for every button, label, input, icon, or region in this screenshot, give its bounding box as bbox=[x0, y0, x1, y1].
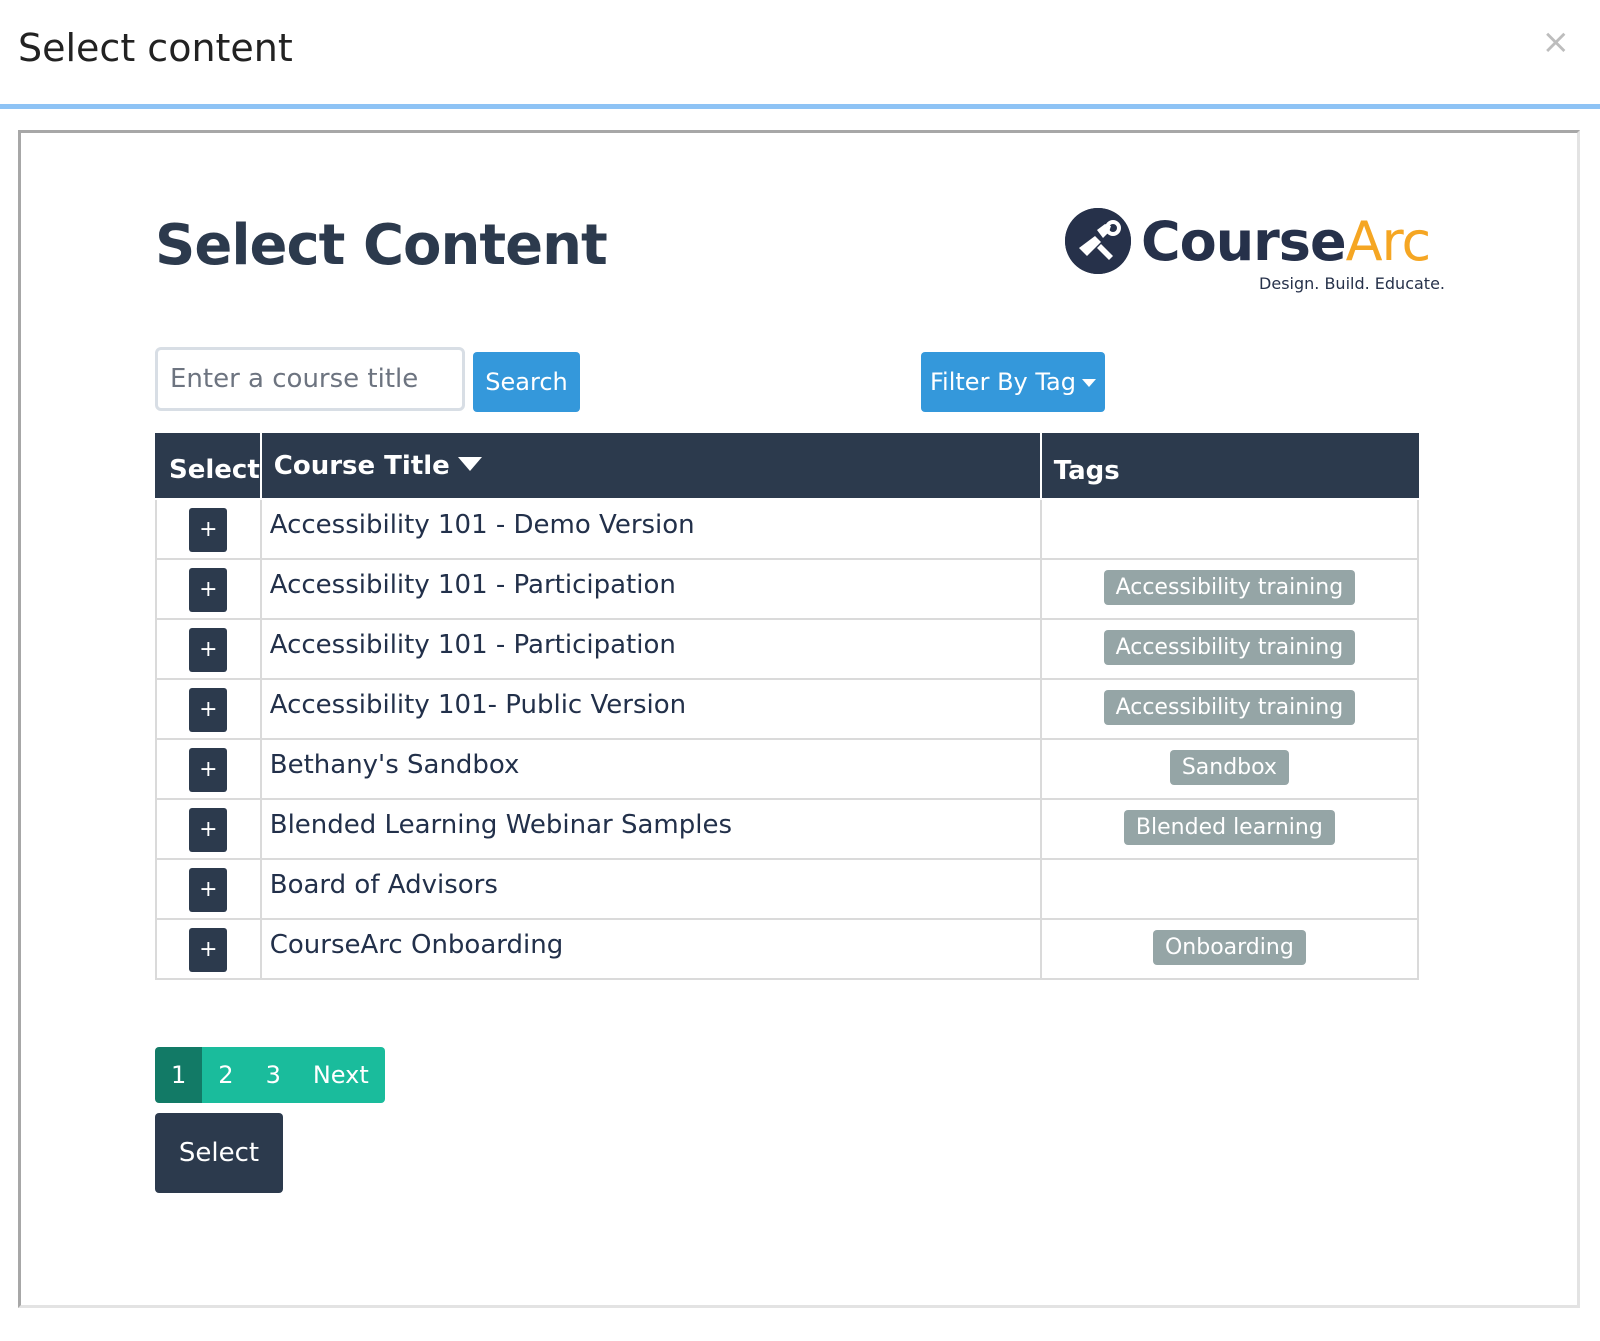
logo-tagline: Design. Build. Educate. bbox=[1259, 274, 1445, 293]
page-link-3[interactable]: 3 bbox=[249, 1047, 297, 1103]
add-course-button[interactable]: + bbox=[189, 568, 228, 612]
tags-cell bbox=[1039, 498, 1420, 560]
course-title-cell: Accessibility 101 - Participation bbox=[259, 618, 1042, 680]
tags-cell: Accessibility training bbox=[1039, 678, 1420, 740]
table-row: + Blended Learning Webinar Samples Blend… bbox=[155, 798, 1420, 860]
tags-cell bbox=[1039, 858, 1420, 920]
page-link-2[interactable]: 2 bbox=[202, 1047, 250, 1103]
select-button[interactable]: Select bbox=[155, 1113, 283, 1193]
column-header-select: Select bbox=[155, 433, 262, 500]
logo-wordmark: CourseArc bbox=[1141, 210, 1432, 273]
table-row: + Accessibility 101 - Participation Acce… bbox=[155, 618, 1420, 680]
add-course-button[interactable]: + bbox=[189, 508, 228, 552]
table-row: + Accessibility 101 - Participation Acce… bbox=[155, 558, 1420, 620]
course-title-cell: Accessibility 101 - Participation bbox=[259, 558, 1042, 620]
table-row: + Accessibility 101- Public Version Acce… bbox=[155, 678, 1420, 740]
course-title-cell: Blended Learning Webinar Samples bbox=[259, 798, 1042, 860]
caret-down-icon bbox=[1082, 379, 1096, 387]
tag-badge: Accessibility training bbox=[1103, 570, 1356, 605]
modal-header: Select content × bbox=[0, 0, 1600, 104]
logo-wordmark-main: Course bbox=[1141, 210, 1347, 273]
pagination: 1 2 3 Next bbox=[155, 1047, 385, 1103]
page-link-1[interactable]: 1 bbox=[155, 1047, 203, 1103]
add-course-button[interactable]: + bbox=[189, 928, 228, 972]
tag-badge: Sandbox bbox=[1169, 750, 1289, 785]
tag-badge: Blended learning bbox=[1123, 810, 1335, 845]
tag-badge: Accessibility training bbox=[1103, 690, 1356, 725]
logo-wordmark-accent: Arc bbox=[1345, 210, 1432, 273]
next-page-link[interactable]: Next bbox=[296, 1047, 385, 1103]
course-table: Select Course Title Tags + Accessibility… bbox=[155, 433, 1420, 980]
content-frame: Select Content CourseArc Design. Build. … bbox=[18, 130, 1580, 1308]
column-header-tags: Tags bbox=[1039, 433, 1420, 500]
add-course-button[interactable]: + bbox=[189, 808, 228, 852]
close-icon[interactable]: × bbox=[1542, 22, 1571, 62]
table-row: + CourseArc Onboarding Onboarding bbox=[155, 918, 1420, 980]
tag-badge: Accessibility training bbox=[1103, 630, 1356, 665]
table-row: + Board of Advisors bbox=[155, 858, 1420, 920]
table-header-row: Select Course Title Tags bbox=[155, 433, 1420, 500]
course-title-cell: CourseArc Onboarding bbox=[259, 918, 1042, 980]
column-header-course-title-label: Course Title bbox=[273, 450, 450, 481]
content-area: Select Content CourseArc Design. Build. … bbox=[155, 133, 1445, 1305]
course-title-cell: Bethany's Sandbox bbox=[259, 738, 1042, 800]
logo-tools-icon bbox=[1065, 208, 1131, 274]
course-title-cell: Accessibility 101 - Demo Version bbox=[259, 498, 1042, 560]
course-search-input[interactable] bbox=[155, 347, 465, 411]
tags-cell: Accessibility training bbox=[1039, 618, 1420, 680]
page-title: Select Content bbox=[155, 213, 608, 278]
filter-by-tag-label: Filter By Tag bbox=[930, 368, 1076, 396]
modal-title: Select content bbox=[18, 26, 293, 70]
tags-cell: Blended learning bbox=[1039, 798, 1420, 860]
table-row: + Bethany's Sandbox Sandbox bbox=[155, 738, 1420, 800]
add-course-button[interactable]: + bbox=[189, 628, 228, 672]
column-header-course-title[interactable]: Course Title bbox=[259, 433, 1042, 500]
add-course-button[interactable]: + bbox=[189, 868, 228, 912]
add-course-button[interactable]: + bbox=[189, 688, 228, 732]
tags-cell: Accessibility training bbox=[1039, 558, 1420, 620]
sort-descending-icon[interactable] bbox=[457, 457, 482, 471]
course-title-cell: Board of Advisors bbox=[259, 858, 1042, 920]
table-row: + Accessibility 101 - Demo Version bbox=[155, 498, 1420, 560]
filter-by-tag-button[interactable]: Filter By Tag bbox=[921, 352, 1105, 412]
course-title-cell: Accessibility 101- Public Version bbox=[259, 678, 1042, 740]
add-course-button[interactable]: + bbox=[189, 748, 228, 792]
header-divider bbox=[0, 104, 1600, 109]
coursearc-logo: CourseArc Design. Build. Educate. bbox=[1065, 208, 1445, 298]
tags-cell: Sandbox bbox=[1039, 738, 1420, 800]
tags-cell: Onboarding bbox=[1039, 918, 1420, 980]
tag-badge: Onboarding bbox=[1152, 930, 1306, 965]
search-button[interactable]: Search bbox=[473, 352, 580, 412]
